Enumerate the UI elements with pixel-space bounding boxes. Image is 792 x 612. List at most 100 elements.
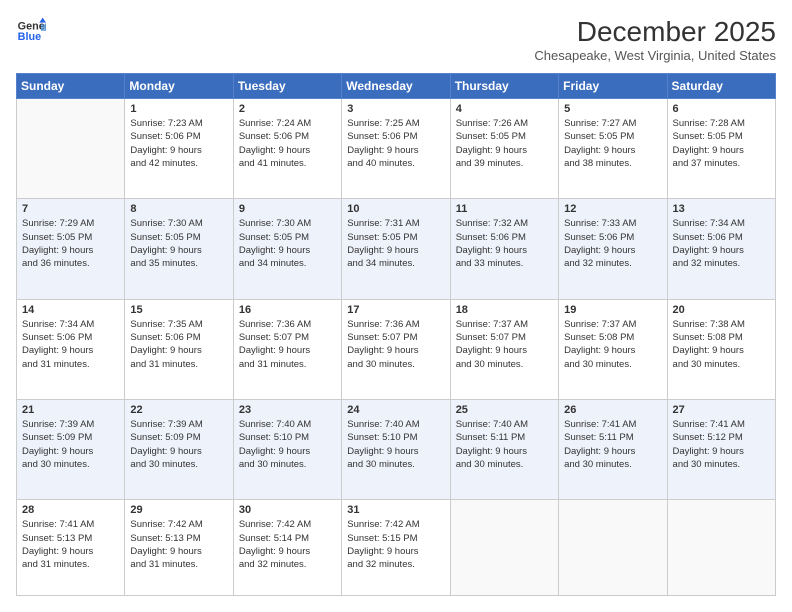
table-row: 13 Sunrise: 7:34 AM Sunset: 5:06 PM Dayli… xyxy=(667,199,775,299)
day-number: 6 xyxy=(673,103,770,115)
table-row: 3 Sunrise: 7:25 AM Sunset: 5:06 PM Daylig… xyxy=(342,99,450,199)
day-info: Sunrise: 7:37 AM Sunset: 5:08 PM Dayligh… xyxy=(564,318,661,371)
day-info: Sunrise: 7:42 AM Sunset: 5:13 PM Dayligh… xyxy=(130,518,227,571)
table-row: 9 Sunrise: 7:30 AM Sunset: 5:05 PM Daylig… xyxy=(233,199,341,299)
day-info: Sunrise: 7:26 AM Sunset: 5:05 PM Dayligh… xyxy=(456,117,553,170)
header-friday: Friday xyxy=(559,74,667,99)
table-row: 26 Sunrise: 7:41 AM Sunset: 5:11 PM Dayli… xyxy=(559,400,667,500)
table-row: 27 Sunrise: 7:41 AM Sunset: 5:12 PM Dayli… xyxy=(667,400,775,500)
day-number: 26 xyxy=(564,404,661,416)
day-number: 11 xyxy=(456,203,553,215)
day-number: 12 xyxy=(564,203,661,215)
table-row xyxy=(667,500,775,596)
header-saturday: Saturday xyxy=(667,74,775,99)
table-row: 24Sunrise: 7:40 AM Sunset: 5:10 PM Dayli… xyxy=(342,400,450,500)
table-row: 6 Sunrise: 7:28 AM Sunset: 5:05 PM Daylig… xyxy=(667,99,775,199)
table-row: 16 Sunrise: 7:36 AM Sunset: 5:07 PM Dayli… xyxy=(233,299,341,399)
day-number: 28 xyxy=(22,504,119,516)
month-title: December 2025 xyxy=(534,16,776,48)
table-row: 29 Sunrise: 7:42 AM Sunset: 5:13 PM Dayli… xyxy=(125,500,233,596)
day-number: 25 xyxy=(456,404,553,416)
day-number: 2 xyxy=(239,103,336,115)
day-info: Sunrise: 7:25 AM Sunset: 5:06 PM Dayligh… xyxy=(347,117,444,170)
table-row: 20 Sunrise: 7:38 AM Sunset: 5:08 PM Dayli… xyxy=(667,299,775,399)
day-info: Sunrise: 7:40 AM Sunset: 5:11 PM Dayligh… xyxy=(456,418,553,471)
day-number: 5 xyxy=(564,103,661,115)
table-row: 11 Sunrise: 7:32 AM Sunset: 5:06 PM Dayli… xyxy=(450,199,558,299)
day-info: Sunrise: 7:30 AM Sunset: 5:05 PM Dayligh… xyxy=(130,217,227,270)
table-row: 28Sunrise: 7:41 AM Sunset: 5:13 PM Dayli… xyxy=(17,500,125,596)
day-number: 8 xyxy=(130,203,227,215)
table-row: 2Sunrise: 7:24 AM Sunset: 5:06 PM Daylig… xyxy=(233,99,341,199)
header-thursday: Thursday xyxy=(450,74,558,99)
day-number: 1 xyxy=(130,103,227,115)
calendar-week-row: 7 Sunrise: 7:29 AM Sunset: 5:05 PM Daylig… xyxy=(17,199,776,299)
day-info: Sunrise: 7:23 AM Sunset: 5:06 PM Dayligh… xyxy=(130,117,227,170)
table-row: 21 Sunrise: 7:39 AM Sunset: 5:09 PM Dayli… xyxy=(17,400,125,500)
day-number: 15 xyxy=(130,304,227,316)
logo: General Blue xyxy=(16,16,46,46)
day-info: Sunrise: 7:35 AM Sunset: 5:06 PM Dayligh… xyxy=(130,318,227,371)
table-row: 19 Sunrise: 7:37 AM Sunset: 5:08 PM Dayli… xyxy=(559,299,667,399)
day-number: 21 xyxy=(22,404,119,416)
day-number: 19 xyxy=(564,304,661,316)
table-row: 12 Sunrise: 7:33 AM Sunset: 5:06 PM Dayli… xyxy=(559,199,667,299)
day-info: Sunrise: 7:39 AM Sunset: 5:09 PM Dayligh… xyxy=(22,418,119,471)
table-row: 8 Sunrise: 7:30 AM Sunset: 5:05 PM Daylig… xyxy=(125,199,233,299)
subtitle: Chesapeake, West Virginia, United States xyxy=(534,48,776,63)
table-row xyxy=(17,99,125,199)
day-info: Sunrise: 7:31 AM Sunset: 5:05 PM Dayligh… xyxy=(347,217,444,270)
day-info: Sunrise: 7:29 AM Sunset: 5:05 PM Dayligh… xyxy=(22,217,119,270)
table-row: 7 Sunrise: 7:29 AM Sunset: 5:05 PM Daylig… xyxy=(17,199,125,299)
day-info: Sunrise: 7:40 AM Sunset: 5:10 PM Dayligh… xyxy=(239,418,336,471)
table-row: 1 Sunrise: 7:23 AM Sunset: 5:06 PM Daylig… xyxy=(125,99,233,199)
day-info: Sunrise: 7:33 AM Sunset: 5:06 PM Dayligh… xyxy=(564,217,661,270)
day-info: Sunrise: 7:27 AM Sunset: 5:05 PM Dayligh… xyxy=(564,117,661,170)
day-number: 14 xyxy=(22,304,119,316)
day-info: Sunrise: 7:30 AM Sunset: 5:05 PM Dayligh… xyxy=(239,217,336,270)
day-info: Sunrise: 7:41 AM Sunset: 5:12 PM Dayligh… xyxy=(673,418,770,471)
svg-text:Blue: Blue xyxy=(18,31,41,43)
day-number: 16 xyxy=(239,304,336,316)
day-info: Sunrise: 7:28 AM Sunset: 5:05 PM Dayligh… xyxy=(673,117,770,170)
day-info: Sunrise: 7:42 AM Sunset: 5:14 PM Dayligh… xyxy=(239,518,336,571)
day-number: 7 xyxy=(22,203,119,215)
table-row: 15 Sunrise: 7:35 AM Sunset: 5:06 PM Dayli… xyxy=(125,299,233,399)
day-number: 20 xyxy=(673,304,770,316)
table-row: 25 Sunrise: 7:40 AM Sunset: 5:11 PM Dayli… xyxy=(450,400,558,500)
day-number: 3 xyxy=(347,103,444,115)
day-number: 27 xyxy=(673,404,770,416)
day-info: Sunrise: 7:42 AM Sunset: 5:15 PM Dayligh… xyxy=(347,518,444,571)
day-number: 4 xyxy=(456,103,553,115)
day-info: Sunrise: 7:32 AM Sunset: 5:06 PM Dayligh… xyxy=(456,217,553,270)
table-row: 4 Sunrise: 7:26 AM Sunset: 5:05 PM Daylig… xyxy=(450,99,558,199)
table-row xyxy=(559,500,667,596)
table-row: 14Sunrise: 7:34 AM Sunset: 5:06 PM Dayli… xyxy=(17,299,125,399)
day-number: 31 xyxy=(347,504,444,516)
page: General Blue December 2025 Chesapeake, W… xyxy=(0,0,792,612)
calendar-week-row: 21 Sunrise: 7:39 AM Sunset: 5:09 PM Dayli… xyxy=(17,400,776,500)
header-wednesday: Wednesday xyxy=(342,74,450,99)
day-info: Sunrise: 7:37 AM Sunset: 5:07 PM Dayligh… xyxy=(456,318,553,371)
day-info: Sunrise: 7:34 AM Sunset: 5:06 PM Dayligh… xyxy=(673,217,770,270)
day-number: 13 xyxy=(673,203,770,215)
day-info: Sunrise: 7:36 AM Sunset: 5:07 PM Dayligh… xyxy=(239,318,336,371)
day-info: Sunrise: 7:38 AM Sunset: 5:08 PM Dayligh… xyxy=(673,318,770,371)
table-row: 22Sunrise: 7:39 AM Sunset: 5:09 PM Dayli… xyxy=(125,400,233,500)
table-row: 10Sunrise: 7:31 AM Sunset: 5:05 PM Dayli… xyxy=(342,199,450,299)
table-row xyxy=(450,500,558,596)
calendar-week-row: 1 Sunrise: 7:23 AM Sunset: 5:06 PM Daylig… xyxy=(17,99,776,199)
day-number: 23 xyxy=(239,404,336,416)
header-monday: Monday xyxy=(125,74,233,99)
day-number: 17 xyxy=(347,304,444,316)
day-number: 9 xyxy=(239,203,336,215)
logo-icon: General Blue xyxy=(16,16,46,46)
table-row: 5 Sunrise: 7:27 AM Sunset: 5:05 PM Daylig… xyxy=(559,99,667,199)
day-info: Sunrise: 7:40 AM Sunset: 5:10 PM Dayligh… xyxy=(347,418,444,471)
header: General Blue December 2025 Chesapeake, W… xyxy=(16,16,776,63)
header-tuesday: Tuesday xyxy=(233,74,341,99)
calendar-week-row: 14Sunrise: 7:34 AM Sunset: 5:06 PM Dayli… xyxy=(17,299,776,399)
day-info: Sunrise: 7:41 AM Sunset: 5:11 PM Dayligh… xyxy=(564,418,661,471)
day-number: 29 xyxy=(130,504,227,516)
table-row: 30Sunrise: 7:42 AM Sunset: 5:14 PM Dayli… xyxy=(233,500,341,596)
